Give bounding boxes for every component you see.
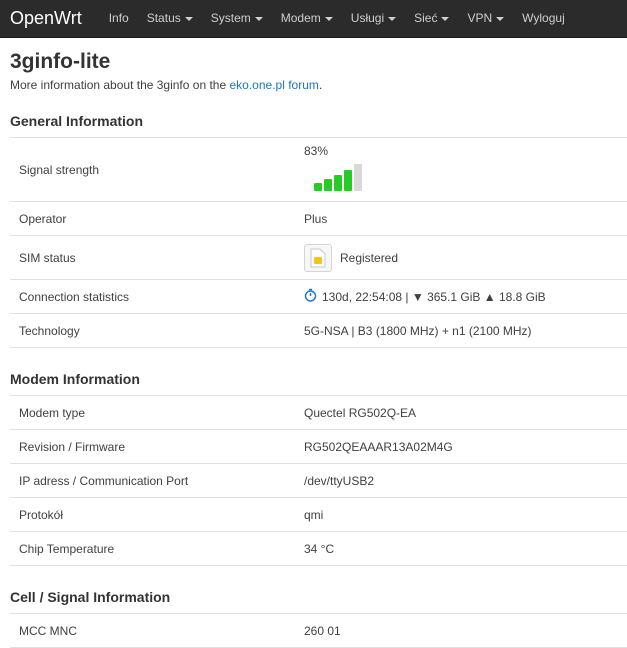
row-value: 34 °C	[294, 531, 627, 566]
general-information-table: Signal strength 83% Operator Plus SIM st…	[10, 138, 627, 348]
signal-bar	[314, 183, 322, 191]
caret-down-icon	[496, 16, 505, 21]
table-row: Operator Plus	[10, 201, 627, 236]
signal-bar	[324, 179, 332, 191]
table-row: SIM status Registered	[10, 235, 627, 280]
connection-value-cell: 130d, 22:54:08 | ▼ 365.1 GiB ▲ 18.8 GiB	[294, 279, 627, 314]
brand-logo[interactable]: OpenWrt	[0, 0, 100, 37]
nav-item-network[interactable]: Sieć	[405, 0, 458, 37]
nav-item-modem[interactable]: Modem	[272, 0, 342, 37]
row-label: Signal strength	[10, 138, 294, 202]
row-value: qmi	[294, 497, 627, 532]
nav-item-label: Modem	[280, 11, 321, 25]
row-label: MCC MNC	[10, 614, 294, 648]
nav-item-label: Info	[108, 11, 129, 25]
top-navbar: OpenWrt Info Status System Modem Usługi …	[0, 0, 627, 38]
stopwatch-icon	[304, 288, 317, 305]
modem-information-section: Modem Information Modem type Quectel RG5…	[10, 362, 627, 566]
connection-stats: 130d, 22:54:08 | ▼ 365.1 GiB ▲ 18.8 GiB	[304, 288, 627, 305]
nav-item-label: Usługi	[350, 11, 385, 25]
row-label: IP adress / Communication Port	[10, 463, 294, 498]
nav-item-label: System	[210, 11, 251, 25]
row-value: 260 01	[294, 614, 627, 648]
row-label: Connection statistics	[10, 279, 294, 314]
cell-information-table: MCC MNC 260 01	[10, 614, 627, 648]
nav-item-status[interactable]: Status	[138, 0, 202, 37]
page-title: 3ginfo-lite	[10, 50, 111, 73]
nav-item-label: Status	[146, 11, 181, 25]
modem-information-table: Modem type Quectel RG502Q-EA Revision / …	[10, 396, 627, 566]
table-row: Modem type Quectel RG502Q-EA	[10, 396, 627, 430]
signal-percent: 83%	[304, 144, 329, 158]
nav-item-system[interactable]: System	[202, 0, 272, 37]
table-row: Chip Temperature 34 °C	[10, 531, 627, 566]
signal-bar	[344, 170, 352, 191]
section-heading: Cell / Signal Information	[10, 580, 627, 614]
row-label: Modem type	[10, 396, 294, 430]
nav-item-label: Sieć	[414, 11, 438, 25]
row-label: Revision / Firmware	[10, 429, 294, 464]
signal-bar	[334, 175, 342, 191]
nav-item-label: VPN	[467, 11, 493, 25]
row-value: /dev/ttyUSB2	[294, 463, 627, 498]
sim-status-text: Registered	[340, 250, 399, 265]
nav-item-info[interactable]: Info	[100, 0, 138, 37]
table-row: IP adress / Communication Port /dev/ttyU…	[10, 463, 627, 498]
nav-item-logout[interactable]: Wyloguj	[513, 0, 574, 37]
nav-item-vpn[interactable]: VPN	[458, 0, 513, 37]
row-label: Chip Temperature	[10, 531, 294, 566]
forum-link[interactable]: eko.one.pl forum	[229, 78, 318, 92]
cell-signal-information-section: Cell / Signal Information MCC MNC 260 01	[10, 580, 627, 648]
signal-value-cell: 83%	[294, 138, 627, 202]
main-content: 3ginfo-lite More information about the 3…	[0, 50, 627, 648]
caret-down-icon	[441, 16, 450, 21]
table-row: Protokół qmi	[10, 497, 627, 532]
row-label: Technology	[10, 313, 294, 348]
section-heading: General Information	[10, 104, 627, 138]
table-row: MCC MNC 260 01	[10, 614, 627, 648]
table-row: Connection statistics 130d, 22:54:08 | ▼…	[10, 279, 627, 314]
row-value: Plus	[294, 201, 627, 236]
table-row: Revision / Firmware RG502QEAAAR13A02M4G	[10, 429, 627, 464]
row-label: Protokół	[10, 497, 294, 532]
nav-item-services[interactable]: Usługi	[342, 0, 405, 37]
caret-down-icon	[324, 16, 333, 21]
sim-card-icon	[304, 243, 332, 272]
caret-down-icon	[184, 16, 193, 21]
sim-value-cell: Registered	[294, 235, 627, 280]
general-information-section: General Information Signal strength 83% …	[10, 104, 627, 348]
intro-text: More information about the 3ginfo on the	[10, 78, 230, 92]
intro-suffix: .	[318, 78, 323, 92]
nav-item-label: Wyloguj	[522, 11, 565, 25]
sim-status: Registered	[304, 243, 627, 272]
row-value: Quectel RG502Q-EA	[294, 396, 627, 430]
signal-bar	[354, 164, 362, 191]
table-row: Technology 5G-NSA | B3 (1800 MHz) + n1 (…	[10, 313, 627, 348]
signal-bars-icon	[314, 164, 627, 191]
page-intro: More information about the 3ginfo on the…	[10, 78, 627, 92]
row-value: 5G-NSA | B3 (1800 MHz) + n1 (2100 MHz)	[294, 313, 627, 348]
row-value: RG502QEAAAR13A02M4G	[294, 429, 627, 464]
row-label: SIM status	[10, 235, 294, 280]
caret-down-icon	[388, 16, 397, 21]
section-heading: Modem Information	[10, 362, 627, 396]
connection-stats-text: 130d, 22:54:08 | ▼ 365.1 GiB ▲ 18.8 GiB	[322, 289, 546, 304]
caret-down-icon	[254, 16, 263, 21]
sim-card-svg	[310, 248, 326, 267]
table-row: Signal strength 83%	[10, 138, 627, 202]
row-label: Operator	[10, 201, 294, 236]
